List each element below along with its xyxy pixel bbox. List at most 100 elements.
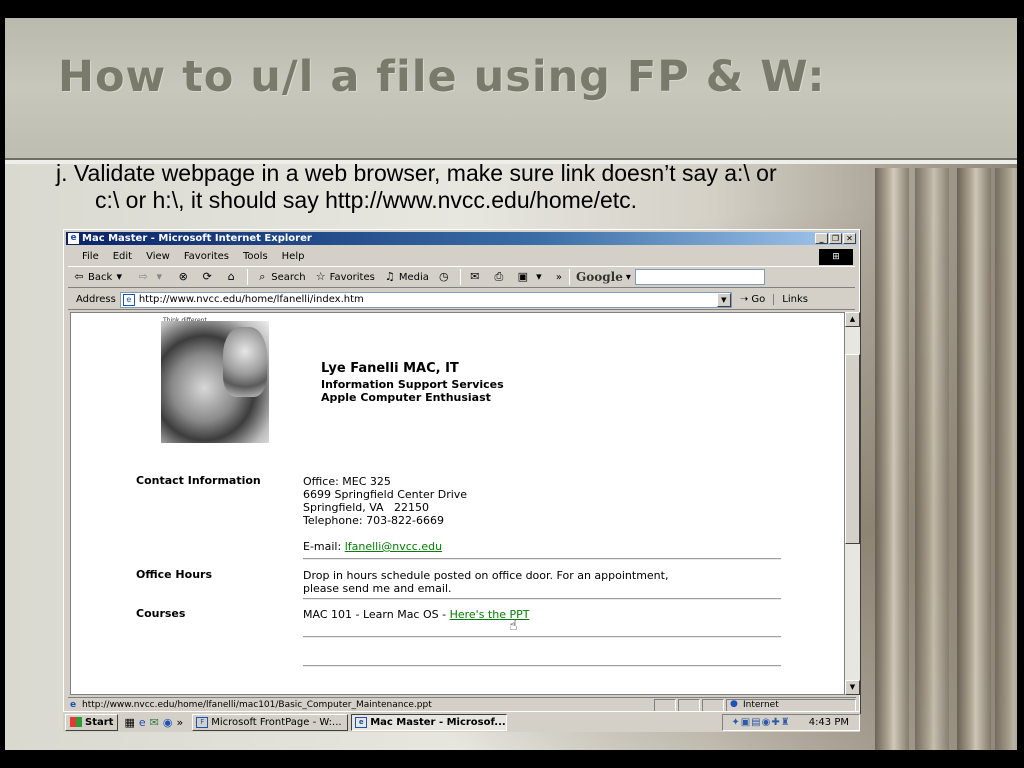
windows-taskbar: Start ▦ e ✉ ◉ » F Microsoft FrontPage - … — [63, 711, 860, 732]
hours-line: please send me and email. — [303, 582, 452, 595]
email-link[interactable]: lfanelli@nvcc.edu — [345, 540, 442, 553]
media-icon: ♫ — [384, 270, 395, 283]
refresh-icon: ⟳ — [202, 270, 212, 283]
scroll-up-arrow[interactable]: ▲ — [845, 312, 860, 327]
divider — [303, 598, 781, 600]
city-text: Springfield, VA 22150 — [303, 501, 430, 514]
media-player-icon[interactable]: ◉ — [163, 716, 173, 729]
decor-column — [995, 168, 1017, 750]
divider — [303, 558, 781, 560]
stop-button[interactable]: ⊗ — [172, 270, 196, 284]
mail-button[interactable]: ✉ — [464, 270, 488, 284]
go-button[interactable]: ➝ Go — [732, 294, 773, 305]
task-frontpage[interactable]: F Microsoft FrontPage - W:... — [192, 713, 349, 731]
back-button[interactable]: ⇦ Back ▾ — [68, 270, 132, 284]
refresh-button[interactable]: ⟳ — [196, 270, 220, 284]
slide-title: How to u/l a file using FP & W: — [58, 52, 826, 102]
menu-edit[interactable]: Edit — [106, 251, 139, 262]
profile-name: Lye Fanelli MAC, IT — [321, 361, 459, 376]
internet-zone: Internet — [726, 698, 856, 712]
edit-icon: ▣ — [517, 270, 529, 283]
chevron-down-icon: ▾ — [156, 270, 163, 283]
forward-arrow-icon: ⇨ — [138, 270, 148, 283]
history-icon: ◷ — [439, 270, 449, 283]
profile-tagline: Apple Computer Enthusiast — [321, 391, 491, 404]
windows-flag-icon — [70, 717, 82, 727]
ie-quicklaunch-icon[interactable]: e — [139, 716, 146, 729]
vertical-scrollbar[interactable]: ▲ ▼ — [845, 312, 860, 695]
decor-column — [915, 168, 949, 750]
toolbar-overflow[interactable]: » — [552, 272, 566, 283]
scroll-thumb[interactable] — [845, 354, 860, 544]
chevron-down-icon[interactable]: ▼ — [716, 292, 731, 307]
kermit-figure — [223, 327, 267, 397]
printer-icon: ⎙ — [494, 270, 504, 283]
task-label: Microsoft FrontPage - W:... — [211, 716, 342, 728]
history-button[interactable]: ◷ — [433, 270, 457, 284]
status-cell — [678, 698, 700, 712]
profile-photo — [161, 321, 269, 443]
scroll-down-arrow[interactable]: ▼ — [845, 680, 860, 695]
page-viewport[interactable]: Think different. Lye Fanelli MAC, IT Inf… — [70, 312, 845, 695]
go-label: Go — [751, 294, 766, 305]
search-icon: ⌕ — [259, 270, 266, 283]
print-button[interactable]: ⎙ — [488, 270, 512, 284]
window-titlebar: e Mac Master - Microsoft Internet Explor… — [66, 232, 857, 245]
google-logo: Google — [575, 270, 623, 284]
menu-favorites[interactable]: Favorites — [177, 251, 236, 262]
status-cell — [702, 698, 724, 712]
home-button[interactable]: ⌂ — [220, 270, 244, 284]
course-text: MAC 101 - Learn Mac OS - — [303, 608, 450, 621]
close-button[interactable]: ✕ — [843, 233, 856, 244]
minimize-button[interactable]: _ — [815, 233, 828, 244]
window-title: Mac Master - Microsoft Internet Explorer — [82, 233, 312, 244]
links-button[interactable]: Links — [773, 294, 808, 305]
start-button[interactable]: Start — [65, 713, 119, 731]
overflow-icon[interactable]: » — [176, 716, 183, 729]
edit-button[interactable]: ▣ ▾ — [512, 270, 552, 284]
back-arrow-icon: ⇦ — [74, 270, 84, 283]
google-search-input[interactable] — [634, 269, 765, 285]
decor-column — [957, 168, 991, 750]
ie-icon: e — [68, 233, 79, 244]
address-input[interactable]: e http://www.nvcc.edu/home/lfanelli/inde… — [119, 291, 732, 308]
office-hours-label: Office Hours — [136, 568, 212, 581]
clock: 4:43 PM — [808, 716, 849, 728]
menu-view[interactable]: View — [139, 251, 177, 262]
email-label: E-mail: — [303, 540, 342, 553]
search-button[interactable]: ⌕ Search — [251, 270, 309, 284]
decor-column — [875, 168, 909, 750]
mail-icon: ✉ — [470, 270, 480, 283]
toolbar-separator — [568, 269, 570, 285]
system-tray: ✦▣▤◉✚♜ 4:43 PM — [722, 713, 860, 731]
favorites-button[interactable]: ☆ Favorites — [310, 270, 379, 284]
profile-header: Lye Fanelli MAC, IT Information Support … — [321, 361, 504, 404]
media-label: Media — [398, 271, 429, 283]
office-text: Office: MEC 325 — [303, 475, 391, 488]
courses-label: Courses — [136, 607, 186, 620]
address-bar: Address e http://www.nvcc.edu/home/lfane… — [68, 290, 855, 310]
menu-tools[interactable]: Tools — [236, 251, 275, 262]
outlook-icon[interactable]: ✉ — [150, 716, 159, 729]
menu-help[interactable]: Help — [275, 251, 312, 262]
chevron-down-icon[interactable]: ▾ — [626, 272, 631, 283]
street-text: 6699 Springfield Center Drive — [303, 488, 468, 501]
forward-button[interactable]: ⇨ ▾ — [132, 270, 172, 284]
slide-text-line: j. Validate webpage in a web browser, ma… — [56, 160, 777, 186]
task-ie[interactable]: e Mac Master - Microsof... — [351, 713, 508, 731]
contact-label: Contact Information — [136, 474, 261, 487]
favorites-label: Favorites — [329, 271, 375, 283]
menu-file[interactable]: File — [68, 251, 106, 262]
desktop-icon[interactable]: ▦ — [124, 716, 134, 729]
email-row: E-mail: lfanelli@nvcc.edu — [303, 540, 442, 553]
frontpage-icon: F — [196, 716, 209, 728]
media-button[interactable]: ♫ Media — [379, 270, 433, 284]
page-icon: e — [122, 293, 135, 306]
go-arrow-icon: ➝ — [739, 294, 749, 305]
tray-icons[interactable]: ✦▣▤◉✚♜ — [731, 717, 790, 728]
hours-line: Drop in hours schedule posted on office … — [303, 569, 669, 582]
restore-button[interactable]: ❐ — [829, 233, 842, 244]
window-controls: _ ❐ ✕ — [815, 233, 856, 244]
browser-window: e Mac Master - Microsoft Internet Explor… — [63, 229, 860, 713]
status-bar: http://www.nvcc.edu/home/lfanelli/mac101… — [68, 697, 856, 712]
